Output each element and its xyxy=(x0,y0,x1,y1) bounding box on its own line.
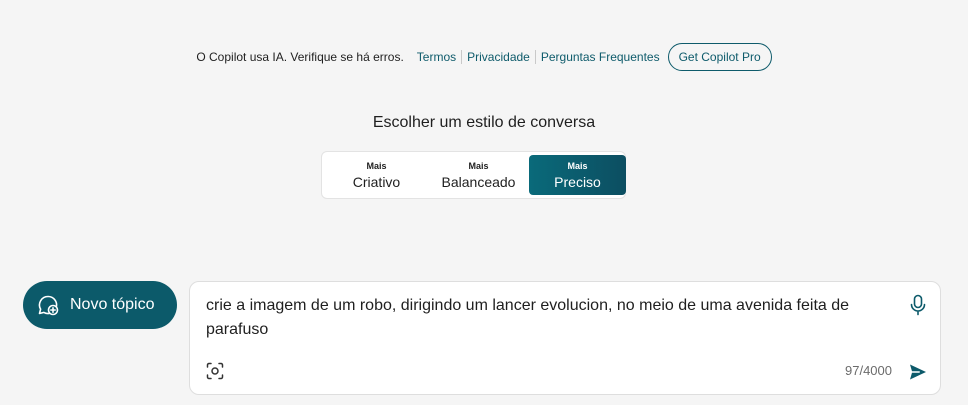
faq-link[interactable]: Perguntas Frequentes xyxy=(536,50,665,64)
disclaimer-text: O Copilot usa IA. Verifique se há erros. xyxy=(196,50,404,64)
style-option-balanced[interactable]: Mais Balanceado xyxy=(428,155,529,195)
prompt-input[interactable]: crie a imagem de um robo, dirigindo um l… xyxy=(206,294,886,342)
get-copilot-pro-button[interactable]: Get Copilot Pro xyxy=(667,43,772,71)
style-option-precise[interactable]: Mais Preciso xyxy=(529,155,626,195)
character-counter: 97/4000 xyxy=(845,363,892,378)
new-topic-label: Novo tópico xyxy=(70,296,155,313)
conversation-style-picker: Mais Criativo Mais Balanceado Mais Preci… xyxy=(321,151,626,199)
style-option-prefix: Mais xyxy=(366,160,387,171)
terms-link[interactable]: Termos xyxy=(412,50,461,64)
style-option-prefix: Mais xyxy=(468,160,489,171)
new-topic-button[interactable]: Novo tópico xyxy=(23,281,177,329)
style-option-label: Criativo xyxy=(352,173,401,190)
conversation-style-title: Escolher um estilo de conversa xyxy=(372,114,596,131)
send-icon[interactable] xyxy=(908,362,928,382)
style-option-prefix: Mais xyxy=(567,160,588,171)
chat-add-icon xyxy=(36,293,60,317)
privacy-link[interactable]: Privacidade xyxy=(462,50,535,64)
style-option-creative[interactable]: Mais Criativo xyxy=(325,155,428,195)
prompt-composer: crie a imagem de um robo, dirigindo um l… xyxy=(189,281,941,395)
visual-search-icon[interactable] xyxy=(206,362,224,380)
style-option-label: Balanceado xyxy=(441,173,516,190)
disclaimer-bar: O Copilot usa IA. Verifique se há erros.… xyxy=(0,43,968,71)
microphone-icon[interactable] xyxy=(908,294,928,316)
style-option-label: Preciso xyxy=(554,173,601,190)
